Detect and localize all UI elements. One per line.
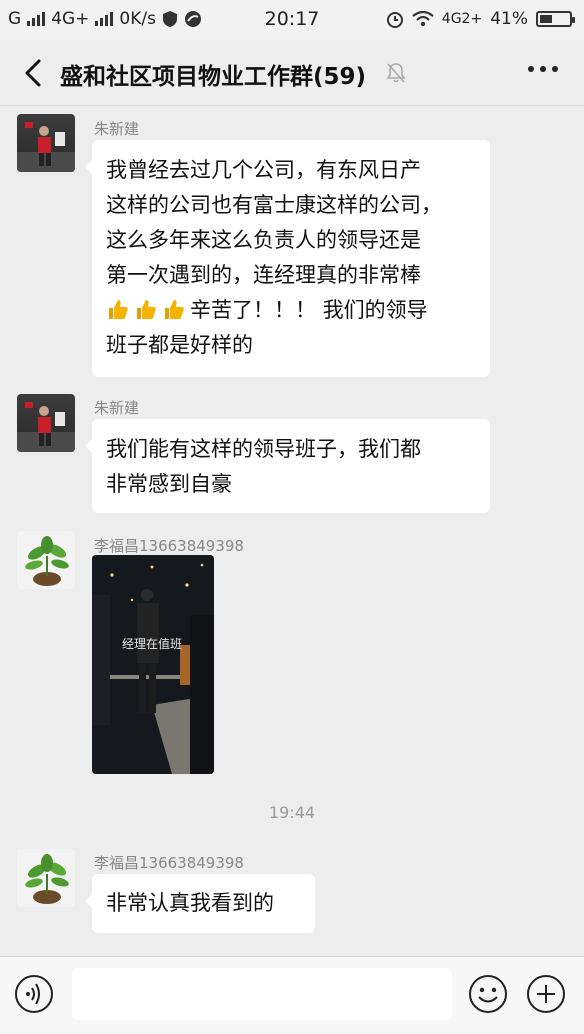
alarm-icon [386, 12, 403, 28]
chat-header: 盛和社区项目物业工作群(59) [0, 40, 584, 106]
bell-off-icon [386, 63, 406, 83]
timestamp: 19:44 [268, 803, 316, 822]
photo-message[interactable]: 经理在值班 [92, 555, 214, 774]
message-bubble[interactable]: 我们能有这样的领导班子，我们都 非常感到自豪 [85, 419, 490, 513]
message-bubble[interactable]: 我曾经去过几个公司，有东风日产 这样的公司也有富士康这样的公司， 这么多年来这么… [85, 140, 490, 377]
message-line: 第一次遇到的，连经理真的非常棒 [106, 263, 421, 287]
more-dots-icon[interactable] [528, 66, 558, 72]
sender-name: 朱新建 [94, 120, 140, 138]
message-line: 这样的公司也有富士康这样的公司， [106, 193, 442, 217]
battery-icon [536, 11, 575, 27]
network-label-right: 4G2+ [441, 11, 483, 27]
battery-percent: 41% [490, 9, 528, 29]
message-line: 我们能有这样的领导班子，我们都 [106, 437, 421, 461]
chevron-left-icon[interactable] [20, 58, 48, 88]
message-line: 非常感到自豪 [106, 472, 232, 496]
avatar[interactable] [17, 114, 75, 172]
voice-icon[interactable] [14, 974, 54, 1014]
thumbs-up-icon [165, 300, 184, 319]
sender-name: 朱新建 [94, 399, 140, 417]
message-line-with-emoji: 辛苦了！！！ 我们的领导 [106, 293, 476, 328]
message-line: 辛苦了！！！ 我们的领导 [190, 298, 428, 322]
thumbs-up-icon [137, 300, 156, 319]
thumbs-up-icon [109, 300, 128, 319]
input-bar [0, 956, 584, 1034]
avatar[interactable] [17, 394, 75, 452]
wifi-icon [412, 11, 434, 27]
sender-name: 李福昌13663849398 [94, 537, 244, 555]
sender-name: 李福昌13663849398 [94, 854, 244, 872]
avatar[interactable] [17, 531, 75, 589]
message-input[interactable] [72, 968, 452, 1020]
message-line: 这么多年来这么负责人的领导还是 [106, 228, 421, 252]
message-line: 非常认真我看到的 [106, 891, 274, 915]
avatar[interactable] [17, 849, 75, 907]
message-bubble[interactable]: 非常认真我看到的 [85, 874, 315, 933]
group-title: 盛和社区项目物业工作群(59) [60, 64, 367, 90]
plus-icon[interactable] [526, 974, 566, 1014]
emoji-icon[interactable] [468, 974, 508, 1014]
photo-caption: 经理在值班 [122, 637, 183, 651]
message-line: 班子都是好样的 [106, 333, 253, 357]
message-line: 我曾经去过几个公司，有东风日产 [106, 158, 421, 182]
status-bar: G 4G+ 0K/s 20:17 4G2+ 41% [0, 0, 584, 40]
